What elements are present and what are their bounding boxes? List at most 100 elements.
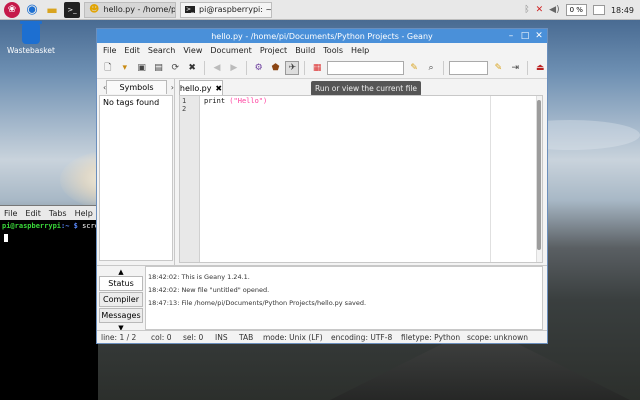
line-number-gutter: 1 2 — [180, 96, 200, 262]
toolbar-separator — [442, 60, 444, 75]
quit-icon[interactable]: ⏏ — [533, 61, 547, 75]
build-icon[interactable]: ⬟ — [269, 61, 283, 75]
editor-tab-label: hello.py — [179, 83, 212, 93]
taskbar-task-geany[interactable]: ☻ hello.py - /home/pi/... — [84, 1, 176, 18]
network-disconnected-icon[interactable]: ✕ — [536, 5, 544, 15]
tab-symbols[interactable]: Symbols — [106, 80, 167, 94]
terminal-prompt-path: :~ $ — [61, 222, 78, 230]
bluetooth-icon[interactable]: ᛒ — [524, 5, 529, 15]
wastebasket-label: Wastebasket — [7, 46, 55, 55]
terminal-menu-tabs[interactable]: Tabs — [49, 209, 67, 218]
terminal-menu-help[interactable]: Help — [75, 209, 93, 218]
raspberry-menu-icon[interactable]: ❀ — [4, 1, 20, 18]
editor-scrollbar[interactable] — [536, 96, 542, 262]
status-log-line: 18:42:02: New file "untitled" opened. — [148, 286, 270, 294]
geany-titlebar[interactable]: hello.py - /home/pi/Documents/Python Pro… — [97, 29, 547, 43]
volume-level: 0 % — [565, 4, 587, 16]
tab-symbols-label: Symbols — [119, 83, 154, 92]
menu-view[interactable]: View — [183, 46, 202, 55]
status-log[interactable]: 18:42:02: This is Geany 1.24.1. 18:42:02… — [145, 266, 543, 330]
editor-tab-hello-py[interactable]: hello.py ✖ — [179, 80, 223, 95]
menu-search[interactable]: Search — [148, 46, 175, 55]
menu-help[interactable]: Help — [351, 46, 369, 55]
symbols-list[interactable]: No tags found — [99, 95, 173, 261]
search-clear-icon[interactable]: ✎ — [407, 61, 421, 75]
message-panel: ▲ Status Compiler Messages ▼ 18:42:02: T… — [97, 265, 547, 332]
taskbar-task-label: hello.py - /home/pi/... — [103, 5, 176, 14]
window-title: hello.py - /home/pi/Documents/Python Pro… — [211, 31, 433, 41]
terminal-output[interactable]: pi@raspberrypi:~ $ scrot — [0, 220, 103, 232]
cpu-monitor-icon — [592, 5, 605, 15]
terminal-menu-edit[interactable]: Edit — [25, 209, 41, 218]
status-filetype: filetype: Python — [401, 332, 461, 342]
forward-icon[interactable]: ▶ — [227, 61, 241, 75]
message-tabs-up-icon[interactable]: ▲ — [99, 268, 143, 276]
menu-tools[interactable]: Tools — [323, 46, 343, 55]
save-all-icon[interactable]: ▤ — [152, 61, 166, 75]
geany-menubar: File Edit Search View Document Project B… — [97, 43, 547, 57]
minimize-icon[interactable]: – — [505, 30, 517, 41]
color-chooser-icon[interactable]: ▦ — [310, 61, 324, 75]
close-file-icon[interactable]: ✖ — [185, 61, 199, 75]
code-keyword: print — [204, 97, 226, 105]
status-log-line: 18:42:02: This is Geany 1.24.1. — [148, 273, 250, 281]
menu-file[interactable]: File — [103, 46, 116, 55]
tab-messages[interactable]: Messages — [99, 308, 143, 323]
search-icon[interactable]: ⌕ — [424, 61, 438, 75]
status-scope: scope: unknown — [467, 332, 528, 342]
terminal-menu-file[interactable]: File — [4, 209, 17, 218]
goto-line-input[interactable] — [448, 60, 489, 75]
toolbar-separator — [245, 60, 247, 75]
file-manager-icon[interactable]: ▬ — [44, 2, 60, 18]
terminal-window: File Edit Tabs Help pi@raspberrypi:~ $ s… — [0, 205, 103, 400]
line-number: 1 — [182, 97, 187, 105]
tab-compiler-label: Compiler — [102, 295, 139, 304]
menu-build[interactable]: Build — [295, 46, 315, 55]
back-icon[interactable]: ◀ — [210, 61, 224, 75]
geany-body: ‹ Symbols › No tags found hello.py ✖ 1 2… — [97, 79, 547, 265]
desktop-wastebasket[interactable]: Wastebasket — [6, 21, 56, 55]
terminal-app-icon: >_ — [185, 6, 196, 13]
search-input[interactable] — [327, 60, 405, 75]
compile-icon[interactable]: ⚙ — [252, 61, 266, 75]
status-sel: sel: 0 — [183, 332, 204, 342]
sidebar-next-icon[interactable]: › — [171, 83, 174, 92]
statusbar: line: 1 / 2 col: 0 sel: 0 INS TAB mode: … — [97, 330, 547, 343]
taskbar-task-terminal[interactable]: >_ pi@raspberrypi: ~ — [180, 1, 272, 18]
close-icon[interactable]: ✕ — [533, 30, 545, 41]
save-icon[interactable]: ▣ — [135, 61, 149, 75]
status-encoding: encoding: UTF-8 — [331, 332, 393, 342]
menu-edit[interactable]: Edit — [124, 46, 140, 55]
run-icon[interactable]: ✈ — [285, 60, 300, 75]
terminal-launcher-icon[interactable]: >_ — [64, 1, 80, 18]
tab-compiler[interactable]: Compiler — [99, 292, 143, 307]
web-browser-icon[interactable]: ◉ — [24, 2, 40, 18]
editor: hello.py ✖ 1 2 print ("Hello") — [179, 79, 547, 265]
geany-window: hello.py - /home/pi/Documents/Python Pro… — [96, 28, 548, 344]
status-mode: mode: Unix (LF) — [263, 332, 323, 342]
reload-icon[interactable]: ⟳ — [168, 61, 182, 75]
volume-icon[interactable]: ◀) — [549, 5, 559, 15]
wastebasket-icon — [20, 21, 42, 44]
status-ins: INS — [215, 332, 228, 342]
goto-line-clear-icon[interactable]: ✎ — [491, 61, 505, 75]
code-editor[interactable]: 1 2 print ("Hello") — [179, 95, 543, 263]
open-file-icon[interactable]: ▾ — [118, 61, 132, 75]
clock: 18:49 — [610, 5, 634, 15]
menu-project[interactable]: Project — [260, 46, 287, 55]
status-col: col: 0 — [151, 332, 172, 342]
goto-line-icon[interactable]: ⇥ — [508, 61, 522, 75]
terminal-cursor-line — [0, 232, 98, 244]
new-file-icon[interactable]: 🗋 — [101, 61, 115, 75]
tab-status[interactable]: Status — [99, 276, 143, 291]
menu-document[interactable]: Document — [210, 46, 251, 55]
no-tags-text: No tags found — [103, 98, 160, 107]
wallpaper-road — [330, 340, 630, 400]
terminal-menubar: File Edit Tabs Help — [0, 206, 98, 220]
maximize-icon[interactable]: □ — [519, 30, 531, 41]
tab-status-label: Status — [108, 279, 134, 288]
scrollbar-thumb[interactable] — [537, 100, 541, 250]
terminal-cursor — [4, 234, 8, 242]
code-line: print ("Hello") — [204, 97, 267, 105]
tab-close-icon[interactable]: ✖ — [215, 84, 222, 93]
